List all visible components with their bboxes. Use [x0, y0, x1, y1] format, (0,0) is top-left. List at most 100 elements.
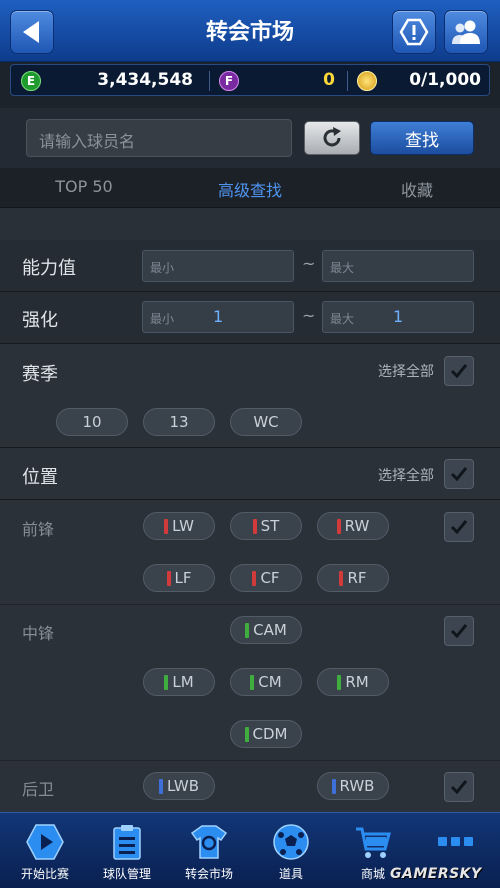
position-select-all-checkbox[interactable]	[444, 459, 474, 489]
friends-button[interactable]	[444, 10, 488, 54]
season-label: 赛季	[22, 364, 58, 385]
position-groups: 前锋 LW ST RW LF CF RF 中锋 CAM LM CM RM CDM…	[0, 500, 500, 812]
coin-value: 0/1,000	[409, 70, 481, 90]
divider	[209, 71, 210, 91]
soccer-ball-icon	[273, 824, 309, 860]
forward-color-marker	[252, 570, 257, 586]
position-label: LW	[172, 517, 194, 535]
midfield-color-marker	[245, 622, 250, 638]
ability-max-field[interactable]: 最大	[322, 250, 474, 282]
position-label: RW	[344, 517, 370, 535]
gold-coin-icon	[357, 71, 377, 91]
watermark: GAMERSKY	[390, 866, 482, 882]
f-currency-icon: F	[219, 71, 239, 91]
nav-start-match[interactable]: 开始比赛	[4, 813, 86, 888]
season-select-all-checkbox[interactable]	[444, 356, 474, 386]
tab-bar: TOP 50 高级查找 收藏	[0, 168, 500, 208]
position-label: 位置	[22, 467, 58, 488]
midfield-checkbox[interactable]	[444, 616, 474, 646]
nav-team-management[interactable]: 球队管理	[86, 813, 168, 888]
nav-label: 球队管理	[102, 867, 151, 881]
back-arrow-icon	[23, 21, 39, 43]
position-cdm[interactable]: CDM	[230, 720, 302, 748]
e-currency-value: 3,434,548	[97, 70, 193, 90]
e-currency-icon: E	[21, 71, 41, 91]
range-tilde: ~	[302, 254, 316, 273]
position-lm[interactable]: LM	[143, 668, 215, 696]
page-title: 转会市场	[205, 20, 294, 45]
tab-advanced-search[interactable]: 高级查找	[170, 177, 330, 201]
min-placeholder: 最小	[150, 261, 175, 275]
more-icon	[438, 837, 473, 846]
check-icon	[450, 624, 468, 639]
position-st[interactable]: ST	[230, 512, 302, 540]
nav-transfer-market[interactable]: 转会市场	[168, 813, 250, 888]
ability-label: 能力值	[22, 258, 76, 279]
midfield-color-marker	[244, 726, 249, 742]
position-label: CAM	[253, 621, 287, 639]
ability-filter-row: 能力值 最小 ~ 最大	[0, 240, 500, 292]
forward-color-marker	[252, 518, 257, 534]
season-option-13[interactable]: 13	[143, 408, 215, 436]
enhance-max-field[interactable]: 最大 1	[322, 301, 474, 333]
defense-color-marker	[331, 778, 336, 794]
position-lw[interactable]: LW	[143, 512, 215, 540]
position-rwb[interactable]: RWB	[317, 772, 389, 800]
refresh-button[interactable]	[304, 121, 360, 155]
check-icon	[450, 467, 468, 482]
header-bar: 转会市场	[0, 0, 500, 62]
position-label: RF	[347, 569, 367, 587]
forward-color-marker	[166, 570, 171, 586]
position-label: LM	[172, 673, 194, 691]
position-lf[interactable]: LF	[143, 564, 215, 592]
nav-label: 转会市场	[184, 867, 233, 881]
check-icon	[450, 520, 468, 535]
forward-color-marker	[336, 518, 341, 534]
position-label: LF	[174, 569, 192, 587]
nav-label: 开始比赛	[20, 867, 69, 881]
group-divider	[0, 760, 500, 761]
defense-checkbox[interactable]	[444, 772, 474, 802]
position-cf[interactable]: CF	[230, 564, 302, 592]
nav-label: 道具	[278, 867, 303, 881]
divider	[347, 71, 348, 91]
play-icon	[26, 824, 64, 860]
season-select-all-label: 选择全部	[378, 364, 434, 380]
enhance-label: 强化	[22, 310, 58, 331]
position-label: CF	[260, 569, 280, 587]
forward-label: 前锋	[22, 520, 55, 539]
position-filter-row: 位置 选择全部	[0, 448, 500, 500]
ability-min-field[interactable]: 最小	[142, 250, 294, 282]
max-placeholder: 最大	[330, 261, 355, 275]
forward-checkbox[interactable]	[444, 512, 474, 542]
refresh-icon	[323, 127, 341, 147]
position-cam[interactable]: CAM	[230, 616, 302, 644]
player-name-input[interactable]: 请输入球员名	[26, 119, 292, 157]
jersey-icon	[190, 825, 228, 859]
f-currency-value: 0	[323, 70, 335, 90]
position-rf[interactable]: RF	[317, 564, 389, 592]
defense-color-marker	[158, 778, 163, 794]
position-rm[interactable]: RM	[317, 668, 389, 696]
position-label: RM	[345, 673, 369, 691]
enhance-min-field[interactable]: 最小 1	[142, 301, 294, 333]
clipboard-icon	[113, 825, 141, 860]
position-rw[interactable]: RW	[317, 512, 389, 540]
position-lwb[interactable]: LWB	[143, 772, 215, 800]
position-label: CM	[258, 673, 282, 691]
midfield-color-marker	[337, 674, 342, 690]
enhance-filter-row: 强化 最小 1 ~ 最大 1	[0, 292, 500, 344]
tab-top50[interactable]: TOP 50	[4, 177, 164, 196]
enhance-min-value: 1	[213, 307, 224, 326]
back-button[interactable]	[10, 10, 54, 54]
season-option-wc[interactable]: WC	[230, 408, 302, 436]
currency-bar: E 3,434,548 F 0 0/1,000	[10, 64, 490, 96]
position-cm[interactable]: CM	[230, 668, 302, 696]
find-button[interactable]: 查找	[370, 121, 474, 155]
section-spacer	[0, 208, 500, 240]
season-option-10[interactable]: 10	[56, 408, 128, 436]
tab-favorites[interactable]: 收藏	[337, 177, 497, 201]
alert-icon	[399, 18, 429, 46]
nav-items[interactable]: 道具	[250, 813, 332, 888]
notice-button[interactable]	[392, 10, 436, 54]
